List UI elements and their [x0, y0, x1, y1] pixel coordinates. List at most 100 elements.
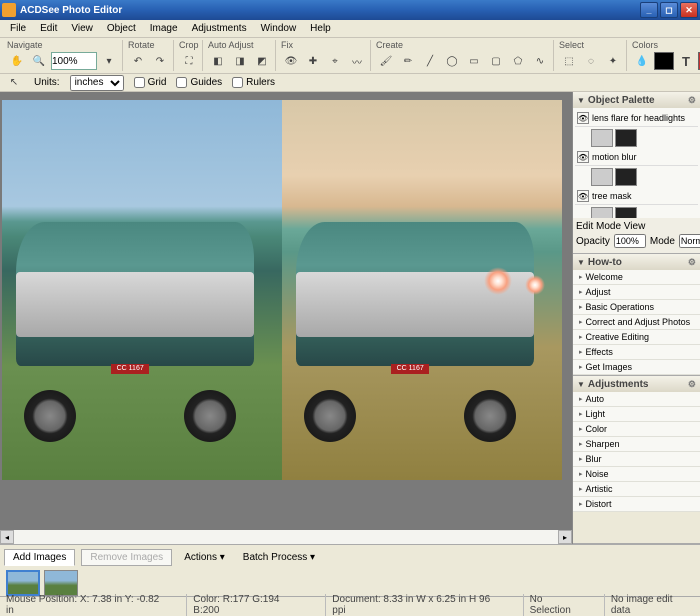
group-create-label: Create	[376, 40, 550, 50]
maximize-button[interactable]: ◻	[660, 2, 678, 18]
rotate-right-icon[interactable]: ↷	[150, 51, 170, 71]
smudge-tool-icon[interactable]: 〰	[347, 51, 367, 71]
auto-contrast-icon[interactable]: ◨	[230, 51, 250, 71]
visibility-toggle-icon[interactable]: 👁	[577, 151, 589, 163]
guides-checkbox[interactable]: Guides	[176, 77, 222, 88]
blend-mode-select[interactable]	[679, 234, 700, 248]
rotate-left-icon[interactable]: ↶	[128, 51, 148, 71]
group-navigate-label: Navigate	[7, 40, 119, 50]
visibility-toggle-icon[interactable]: 👁	[577, 112, 589, 124]
scroll-right-icon[interactable]: ▸	[558, 530, 572, 544]
rounded-rect-icon[interactable]: ▢	[486, 51, 506, 71]
adjustment-item[interactable]: Light	[573, 407, 700, 422]
clone-tool-icon[interactable]: ⌖	[325, 51, 345, 71]
howto-item[interactable]: Get Images	[573, 360, 700, 375]
howto-item[interactable]: Creative Editing	[573, 330, 700, 345]
group-crop-label: Crop	[179, 40, 199, 50]
status-color: Color: R:177 G:194 B:200	[186, 594, 307, 616]
auto-levels-icon[interactable]: ◧	[208, 51, 228, 71]
menu-object[interactable]: Object	[101, 21, 142, 36]
adjustment-item[interactable]: Auto	[573, 392, 700, 407]
menu-help[interactable]: Help	[304, 21, 337, 36]
auto-color-icon[interactable]: ◩	[252, 51, 272, 71]
pencil-tool-icon[interactable]: ✏	[398, 51, 418, 71]
object-palette-header[interactable]: ▼ Object Palette ⚙	[573, 92, 700, 108]
actions-dropdown[interactable]: Actions ▾	[178, 550, 231, 565]
canvas-image	[2, 100, 562, 480]
status-document: Document: 8.33 in W x 6.25 in H 96 ppi	[325, 594, 504, 616]
polygon-tool-icon[interactable]: ⬠	[508, 51, 528, 71]
grid-checkbox[interactable]: Grid	[134, 77, 167, 88]
brush-tool-icon[interactable]: 🖌	[376, 51, 396, 71]
zoom-select[interactable]	[51, 52, 97, 70]
rect-tool-icon[interactable]: ▭	[464, 51, 484, 71]
line-tool-icon[interactable]: ╱	[420, 51, 440, 71]
lasso-select-icon[interactable]: ◌	[581, 51, 601, 71]
status-edit: No image edit data	[604, 594, 694, 616]
horizontal-scrollbar[interactable]: ◂ ▸	[0, 530, 572, 544]
canvas-area[interactable]: ◂ ▸	[0, 92, 572, 544]
howto-item[interactable]: Correct and Adjust Photos	[573, 315, 700, 330]
foreground-color-swatch[interactable]	[654, 52, 674, 70]
freeform-tool-icon[interactable]: ∿	[530, 51, 550, 71]
redeye-tool-icon[interactable]: 👁	[281, 51, 301, 71]
hand-tool-icon[interactable]: ✋	[7, 51, 27, 71]
scroll-left-icon[interactable]: ◂	[0, 530, 14, 544]
crop-tool-icon[interactable]: ⛶	[179, 51, 199, 71]
remove-images-button[interactable]: Remove Images	[81, 549, 172, 566]
heal-tool-icon[interactable]: ✚	[303, 51, 323, 71]
add-images-button[interactable]: Add Images	[4, 549, 75, 566]
visibility-toggle-icon[interactable]: 👁	[577, 190, 589, 202]
howto-item[interactable]: Welcome	[573, 270, 700, 285]
menu-view[interactable]: View	[65, 21, 99, 36]
adjustment-item[interactable]: Distort	[573, 497, 700, 512]
howto-item[interactable]: Effects	[573, 345, 700, 360]
app-logo-icon	[2, 3, 16, 17]
adjustments-panel: ▼ Adjustments ⚙ Auto Light Color Sharpen…	[573, 376, 700, 544]
panel-menu-icon[interactable]: ⚙	[688, 95, 696, 106]
batch-process-dropdown[interactable]: Batch Process ▾	[237, 550, 321, 565]
units-select[interactable]: inches	[70, 75, 124, 91]
eyedropper-icon[interactable]: 💧	[632, 51, 652, 71]
units-label: Units:	[34, 77, 60, 88]
group-select-label: Select	[559, 40, 623, 50]
image-thumbnail[interactable]	[44, 570, 78, 596]
image-well: Add Images Remove Images Actions ▾ Batch…	[0, 544, 700, 596]
object-item[interactable]: 👁 tree mask	[575, 188, 698, 205]
panel-menu-icon[interactable]: ⚙	[688, 379, 696, 390]
howto-item[interactable]: Adjust	[573, 285, 700, 300]
toolbar: Navigate ✋ 🔍 ▾ Rotate ↶ ↷ Crop ⛶ Auto Ad…	[0, 38, 700, 74]
menu-image[interactable]: Image	[144, 21, 184, 36]
cursor-tool-icon[interactable]: ↖	[4, 73, 24, 93]
wand-select-icon[interactable]: ✦	[603, 51, 623, 71]
close-button[interactable]: ✕	[680, 2, 698, 18]
howto-header[interactable]: ▼ How-to ⚙	[573, 254, 700, 270]
adjustments-header[interactable]: ▼ Adjustments ⚙	[573, 376, 700, 392]
shape-tool-icon[interactable]: ◯	[442, 51, 462, 71]
rulers-checkbox[interactable]: Rulers	[232, 77, 275, 88]
zoom-dropdown-icon[interactable]: ▾	[99, 51, 119, 71]
text-tool-icon[interactable]: T	[676, 51, 696, 71]
adjustment-item[interactable]: Color	[573, 422, 700, 437]
collapse-icon: ▼	[577, 258, 585, 267]
menu-adjustments[interactable]: Adjustments	[186, 21, 253, 36]
collapse-icon: ▼	[577, 96, 585, 105]
image-thumbnail[interactable]	[6, 570, 40, 596]
adjustment-item[interactable]: Noise	[573, 467, 700, 482]
menu-window[interactable]: Window	[255, 21, 303, 36]
object-item[interactable]: 👁 motion blur	[575, 149, 698, 166]
menu-edit[interactable]: Edit	[34, 21, 63, 36]
rect-select-icon[interactable]: ⬚	[559, 51, 579, 71]
object-palette-panel: ▼ Object Palette ⚙ 👁 lens flare for head…	[573, 92, 700, 254]
adjustment-item[interactable]: Artistic	[573, 482, 700, 497]
howto-item[interactable]: Basic Operations	[573, 300, 700, 315]
zoom-tool-icon[interactable]: 🔍	[29, 51, 49, 71]
adjustment-item[interactable]: Blur	[573, 452, 700, 467]
minimize-button[interactable]: _	[640, 2, 658, 18]
menu-file[interactable]: File	[4, 21, 32, 36]
opacity-input[interactable]	[614, 234, 646, 248]
panel-menu-icon[interactable]: ⚙	[688, 257, 696, 268]
adjustment-item[interactable]: Sharpen	[573, 437, 700, 452]
object-item[interactable]: 👁 lens flare for headlights	[575, 110, 698, 127]
window-title: ACDSee Photo Editor	[20, 5, 640, 16]
